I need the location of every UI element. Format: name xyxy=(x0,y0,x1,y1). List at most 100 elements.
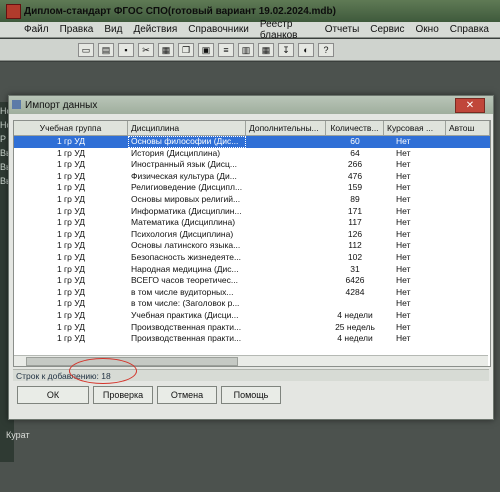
save-icon[interactable]: ▪ xyxy=(118,42,134,57)
column-header-discipline[interactable]: Дисциплина xyxy=(128,121,246,135)
cell-extra xyxy=(246,171,326,183)
close-button[interactable]: ✕ xyxy=(455,98,485,113)
toolbar: ▭ ▤ ▪ ✂ ▦ ❐ ▣ ≡ ▥ ▦ ↧ ◐ ? xyxy=(0,39,500,61)
list-icon[interactable]: ≡ xyxy=(218,42,234,57)
cell-group: 1 гр УД xyxy=(56,286,86,297)
check-button[interactable]: Проверка xyxy=(93,386,153,404)
cell-auto xyxy=(446,333,490,345)
menu-bar: Файл Правка Вид Действия Справочники Рее… xyxy=(0,19,500,41)
new-document-icon[interactable]: ▭ xyxy=(78,42,94,57)
table-row[interactable]: 1 гр УД Иностранный язык (Дисц... 266 Нет xyxy=(14,159,490,171)
menu-view[interactable]: Вид xyxy=(104,24,122,35)
cell-extra xyxy=(246,182,326,194)
cell-count: 102 xyxy=(347,251,363,262)
menu-service[interactable]: Сервис xyxy=(370,24,404,35)
cell-course: Нет xyxy=(396,321,411,332)
column-header-group[interactable]: Учебная группа xyxy=(14,121,128,135)
cut-icon[interactable]: ✂ xyxy=(138,42,154,57)
cell-count: 117 xyxy=(348,217,362,228)
dialog-icon xyxy=(12,100,21,109)
cell-course: Нет xyxy=(384,136,446,148)
cell-count: 25 недель xyxy=(335,321,375,332)
ok-button[interactable]: ОК xyxy=(17,386,89,404)
column-header-extra[interactable]: Дополнительны... xyxy=(246,121,326,135)
help-button[interactable]: Помощь xyxy=(221,386,281,404)
paste-icon[interactable]: ▣ xyxy=(198,42,214,57)
cell-course: Нет xyxy=(396,251,411,262)
table-row[interactable]: 1 гр УД Психология (Дисциплина) 126 Нет xyxy=(14,229,490,241)
book-icon[interactable]: ▥ xyxy=(238,42,254,57)
cell-extra xyxy=(246,322,326,334)
cell-discipline: ВСЕГО часов теоретичес... xyxy=(131,275,238,286)
cell-group: 1 гр УД xyxy=(14,136,128,148)
table-row[interactable]: 1 гр УД Народная медицина (Дис... 31 Нет xyxy=(14,264,490,276)
red-annotation-circle xyxy=(69,358,137,384)
open-folder-icon[interactable]: ▤ xyxy=(98,42,114,57)
cell-extra xyxy=(246,194,326,206)
cell-count: 6426 xyxy=(345,275,365,286)
cell-extra xyxy=(246,310,326,322)
cell-group: 1 гр УД xyxy=(56,205,86,216)
cell-discipline: Безопасность жизнедеяте... xyxy=(131,251,242,262)
menu-edit[interactable]: Правка xyxy=(60,24,94,35)
table-row[interactable]: 1 гр УД История (Дисциплина) 64 Нет xyxy=(14,148,490,160)
cell-count: 171 xyxy=(347,205,363,216)
cell-course: Нет xyxy=(396,240,411,251)
import-grid[interactable]: Учебная группа Дисциплина Дополнительны.… xyxy=(13,120,491,367)
menu-actions[interactable]: Действия xyxy=(133,24,177,35)
dialog-title: Импорт данных xyxy=(25,99,98,111)
table-row[interactable]: 1 гр УД ВСЕГО часов теоретичес... 6426 Нет xyxy=(14,275,490,287)
app-icon xyxy=(6,4,21,19)
cell-auto xyxy=(446,159,490,171)
cell-discipline: Учебная практика (Дисци... xyxy=(131,309,239,320)
cancel-button[interactable]: Отмена xyxy=(157,386,217,404)
cell-course: Нет xyxy=(396,182,411,193)
column-header-count[interactable]: Количеств... xyxy=(326,121,384,135)
table-row[interactable]: 1 гр УД Математика (Дисциплина) 117 Нет xyxy=(14,217,490,229)
column-header-course[interactable]: Курсовая ... xyxy=(384,121,446,135)
cell-discipline: Народная медицина (Дис... xyxy=(131,263,239,274)
column-header-auto[interactable]: Автош xyxy=(446,121,490,135)
copy-icon[interactable]: ❐ xyxy=(178,42,194,57)
cell-extra xyxy=(246,252,326,264)
table-row[interactable]: 1 гр УД Безопасность жизнедеяте... 102 Нет xyxy=(14,252,490,264)
menu-reports[interactable]: Отчеты xyxy=(325,24,360,35)
table-row[interactable]: 1 гр УД Производственная практи... 25 неде… xyxy=(14,322,490,334)
cell-course: Нет xyxy=(396,286,411,297)
menu-forms-registry[interactable]: Реестр бланков xyxy=(260,19,314,41)
cell-course: Нет xyxy=(396,263,411,274)
cell-count xyxy=(326,298,384,310)
cell-count: 4 недели xyxy=(337,333,373,344)
menu-help[interactable]: Справка xyxy=(450,24,489,35)
table-row[interactable]: 1 гр УД Физическая культура (Ди... 476 Нет xyxy=(14,171,490,183)
cell-course: Нет xyxy=(396,193,411,204)
cell-extra xyxy=(246,159,326,171)
cell-course: Нет xyxy=(396,333,411,344)
table-row[interactable]: 1 гр УД Религиоведение (Дисципл... 159 Нет xyxy=(14,182,490,194)
cell-course: Нет xyxy=(396,205,411,216)
help-icon[interactable]: ? xyxy=(318,42,334,57)
cell-group: 1 гр УД xyxy=(56,147,86,158)
menu-file[interactable]: Файл xyxy=(24,24,49,35)
table-row[interactable]: 1 гр УД Учебная практика (Дисци... 4 недел… xyxy=(14,310,490,322)
table-row[interactable]: 1 гр УД Основы мировых религий... 89 Нет xyxy=(14,194,490,206)
grid-icon[interactable]: ▦ xyxy=(258,42,274,57)
menu-window[interactable]: Окно xyxy=(416,24,439,35)
arrow-icon[interactable]: ↧ xyxy=(278,42,294,57)
table-row[interactable]: 1 гр УД Информатика (Дисциплин... 171 Нет xyxy=(14,206,490,218)
cell-count: 89 xyxy=(350,193,360,204)
cell-auto xyxy=(446,240,490,252)
menu-references[interactable]: Справочники xyxy=(188,24,249,35)
cell-extra xyxy=(246,206,326,218)
table-row[interactable]: 1 гр УД в том числе: (Заголовок р... Нет xyxy=(14,298,490,310)
print-icon[interactable]: ▦ xyxy=(158,42,174,57)
table-row[interactable]: 1 гр УД в том числе вудиторных... 4284 Нет xyxy=(14,287,490,299)
table-row[interactable]: 1 гр УД Основы латинского языка... 112 Нет xyxy=(14,240,490,252)
cell-discipline: История (Дисциплина) xyxy=(131,147,221,158)
globe-icon[interactable]: ◐ xyxy=(298,42,314,57)
cell-auto xyxy=(446,182,490,194)
table-row[interactable]: 1 гр УД Производственная практи... 4 недел… xyxy=(14,333,490,345)
cell-auto xyxy=(446,206,490,218)
table-row[interactable]: 1 гр УД Основы философии (Дис... 60 Нет xyxy=(14,136,490,148)
cell-auto xyxy=(446,136,490,148)
